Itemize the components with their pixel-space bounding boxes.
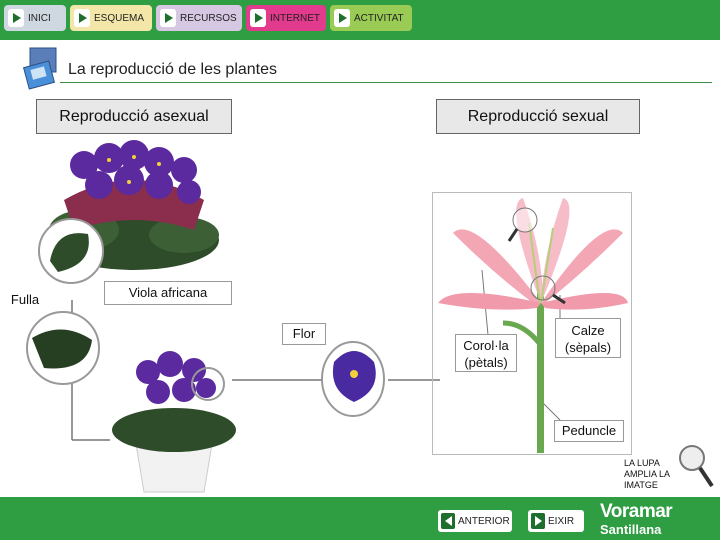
flower-zoom-image xyxy=(321,341,385,417)
viola-africana-label: Viola africana xyxy=(104,281,232,305)
anterior-button[interactable]: ANTERIOR xyxy=(438,510,512,532)
peduncle-label: Peduncle xyxy=(554,420,624,442)
play-icon xyxy=(531,513,545,529)
previous-arrow-icon xyxy=(441,513,455,529)
calze-label: Calze (sèpals) xyxy=(555,318,621,358)
leaf-zoom-circle xyxy=(38,218,104,284)
anterior-label: ANTERIOR xyxy=(458,515,510,527)
leaf-image xyxy=(26,311,100,385)
eixir-button[interactable]: EIXIR xyxy=(528,510,584,532)
brand-name: Voramar xyxy=(600,501,673,522)
fulla-label: Fulla xyxy=(3,290,47,310)
eixir-label: EIXIR xyxy=(548,515,575,527)
magnifier-icon[interactable] xyxy=(676,442,716,492)
brand-logo: Voramar Santillana xyxy=(600,501,716,538)
potted-violet-image xyxy=(112,351,236,493)
brand-subname: Santillana xyxy=(600,522,662,537)
corola-label: Corol·la (pètals) xyxy=(455,334,517,372)
